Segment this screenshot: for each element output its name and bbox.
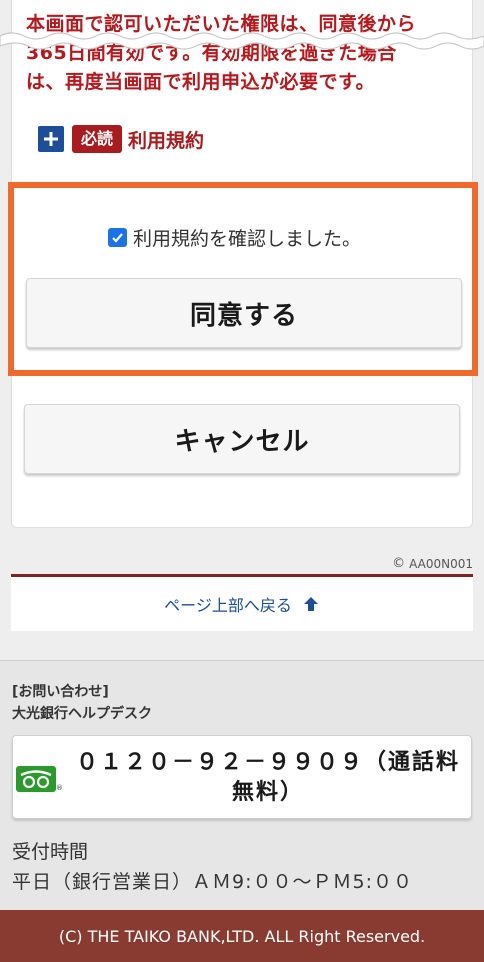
checkmark-icon [112,233,123,243]
phone-line-2: 無料） [231,780,304,805]
confirm-checkbox-row[interactable]: 利用規約を確認しました。 [108,224,361,251]
contact-heading-label: [お問い合わせ] [12,684,109,700]
plus-icon[interactable] [38,126,64,152]
contact-heading: [お問い合わせ] 大光銀行ヘルプデスク [12,681,152,725]
registered-mark: ® [56,784,63,792]
phone-number[interactable]: ０１２０－９２－９９０９（通話料 無料） [68,748,468,808]
screen-id: © AA00N001 [392,556,473,571]
required-badge: 必読 [72,125,123,153]
arrow-up-icon[interactable] [302,595,320,613]
footer-copyright: (C) THE TAIKO BANK,LTD. ALL Right Reserv… [0,910,484,962]
terms-link[interactable]: 利用規約 [128,126,204,153]
cancel-button[interactable]: キャンセル [24,404,460,474]
contact-section: [お問い合わせ] 大光銀行ヘルプデスク ® ０１２０－９２－９９０９（通話料 無… [0,660,484,910]
freedial-icon [16,766,56,792]
agree-button[interactable]: 同意する [26,278,462,348]
hours-label: 受付時間 [12,841,89,863]
screen-id-text: AA00N001 [409,556,473,571]
notice-line-3: は、再度当画面で利用申込が必要です。 [26,71,376,93]
help-desk-name: 大光銀行ヘルプデスク [12,706,152,722]
agree-section: 利用規約を確認しました。 同意する [8,182,478,376]
page-top-link[interactable]: ページ上部へ戻る [11,577,473,631]
page-top-label[interactable]: ページ上部へ戻る [164,592,292,616]
hours-value: 平日（銀行営業日）ＡＭ9:００～ＰＭ5:００ [12,871,413,893]
torn-edge-overlay [0,32,484,50]
phone-line-1: ０１２０－９２－９９０９（通話料 [75,750,460,775]
phone-call-button[interactable]: ® ０１２０－９２－９９０９（通話料 無料） [12,735,472,819]
terms-row[interactable]: 必読 利用規約 [38,124,204,154]
confirm-label: 利用規約を確認しました。 [133,228,362,250]
copyright-icon: © [392,556,406,571]
confirm-checkbox[interactable] [108,228,127,247]
